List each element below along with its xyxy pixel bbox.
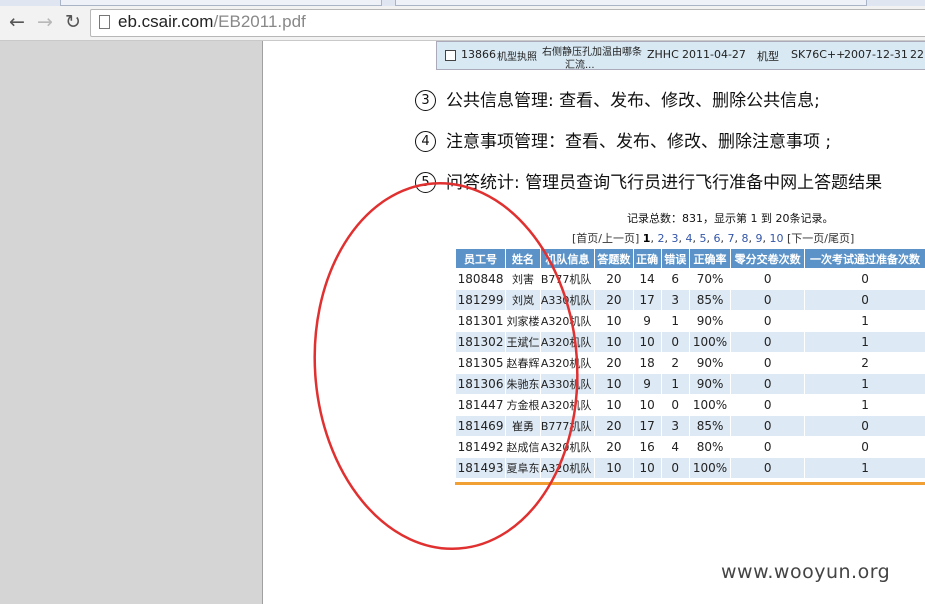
annotation-ellipse bbox=[313, 181, 579, 551]
red-circle-annotation bbox=[313, 181, 579, 551]
